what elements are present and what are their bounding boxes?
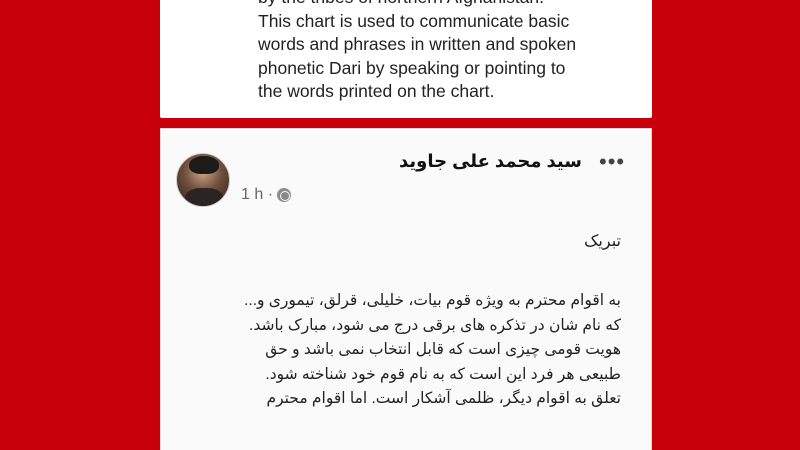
author-avatar[interactable] xyxy=(176,153,230,207)
previous-post-line: the words printed on the chart. xyxy=(258,81,495,101)
post-title: تبریک xyxy=(584,233,621,250)
previous-post-line: words and phrases in written and spoken xyxy=(258,34,577,54)
post-card: سید محمد علی جاوید 1 h · ••• تبریک به اق… xyxy=(160,128,652,450)
previous-post-line: phonetic Dari by speaking or pointing to xyxy=(258,57,566,78)
post-line: تعلق به اقوام دیگر، ظلمی آشکار است. اما … xyxy=(266,390,621,407)
previous-post-card: by the tribes of northern Afghanistan. T… xyxy=(160,0,652,118)
post-paragraph: به اقوام محترم به ویژه قوم بیات، خلیلی، … xyxy=(181,289,621,412)
post-body: تبریک به اقوام محترم به ویژه قوم بیات، خ… xyxy=(181,231,621,412)
post-time[interactable]: 1 h · xyxy=(241,186,273,204)
post-header: سید محمد علی جاوید 1 h · ••• xyxy=(161,129,651,219)
previous-post-line: This chart is used to communicate basic xyxy=(258,10,570,31)
author-name[interactable]: سید محمد علی جاوید xyxy=(399,151,582,172)
previous-post-line: by the tribes of northern Afghanistan. xyxy=(258,0,648,10)
post-meta: 1 h · xyxy=(241,186,292,204)
post-line: طبیعی هر فرد این است که به نام قوم خود ش… xyxy=(265,365,621,383)
post-line: هویت قومی چیزی است که قابل انتخاب نمی با… xyxy=(265,341,621,358)
previous-post-text: by the tribes of northern Afghanistan. T… xyxy=(258,0,648,104)
globe-icon xyxy=(277,188,292,202)
post-line: به اقوام محترم به ویژه قوم بیات، خلیلی، … xyxy=(244,292,621,309)
post-line: که نام شان در تذکره های برقی درج می شود،… xyxy=(249,316,621,334)
more-options-icon[interactable]: ••• xyxy=(599,149,625,175)
